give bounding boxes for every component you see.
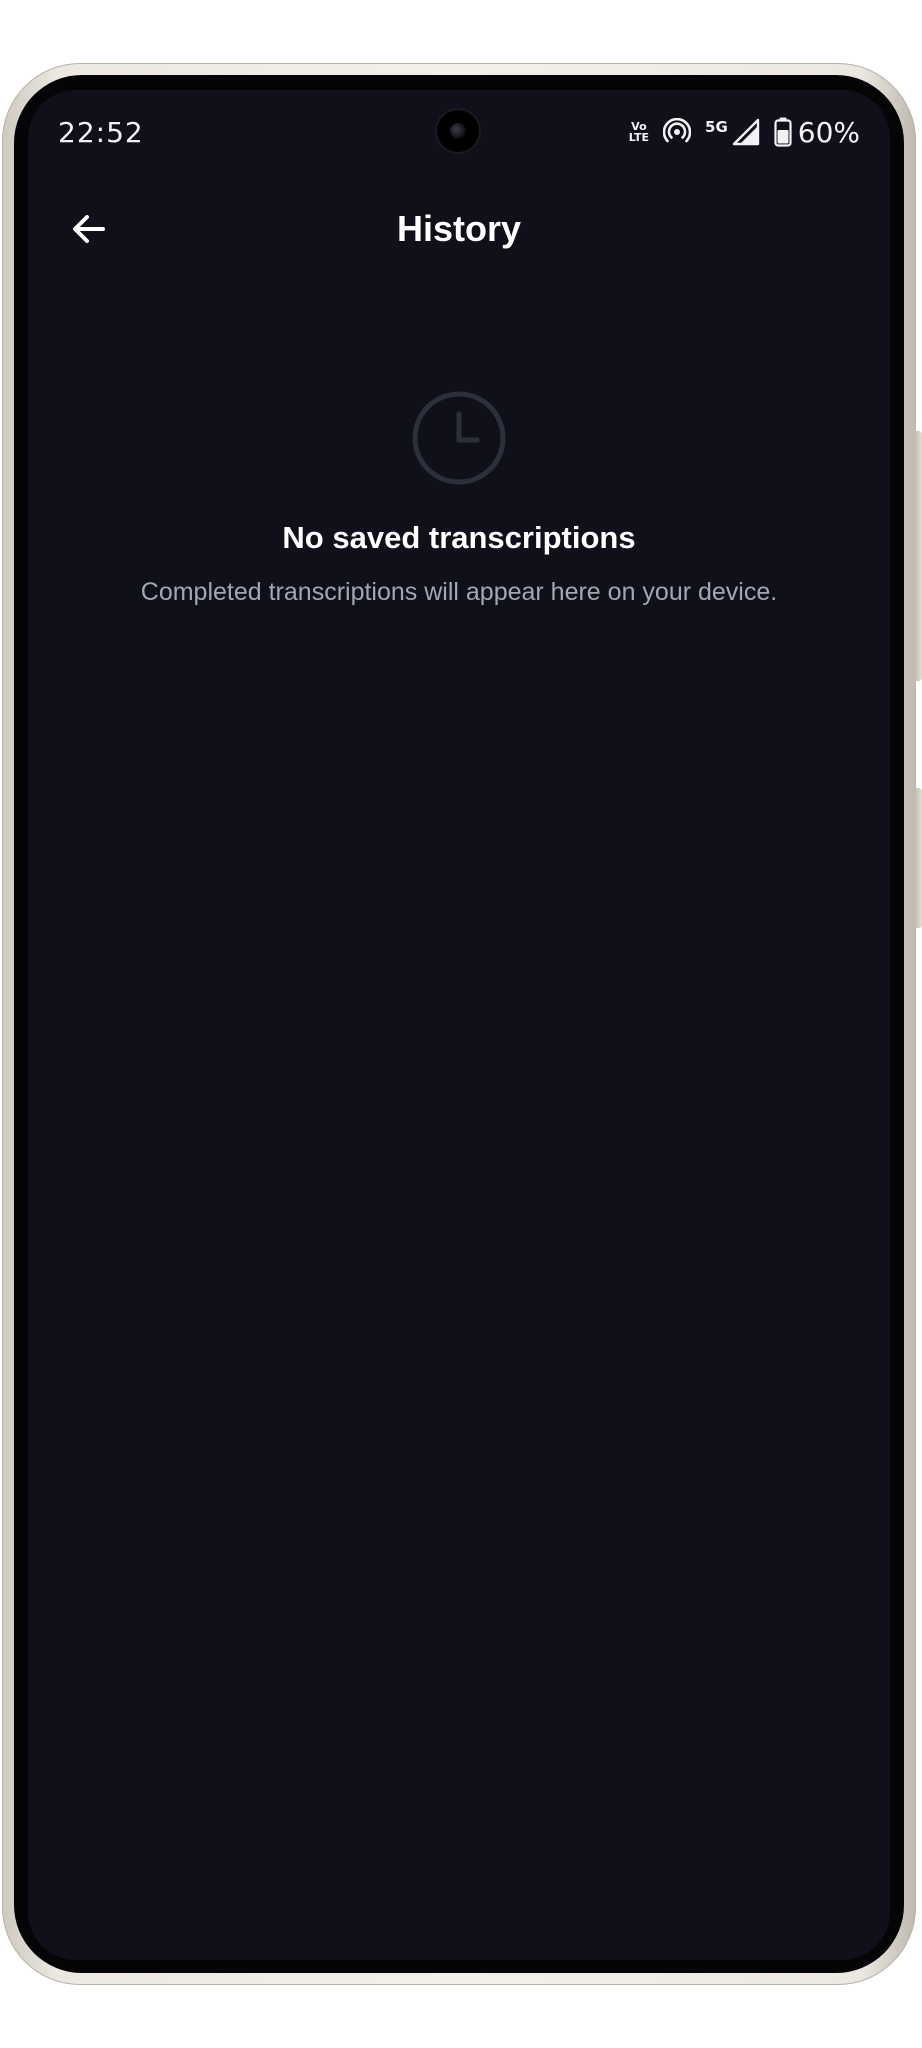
empty-state-subtitle: Completed transcriptions will appear her… <box>140 578 778 606</box>
front-camera <box>437 110 479 152</box>
screen: 22:52 Vo LTE 5G 60% History No saved tra… <box>28 90 890 1960</box>
volte-icon: Vo LTE <box>629 121 649 143</box>
network-type-label: 5G <box>705 118 728 136</box>
status-bar: 22:52 Vo LTE 5G 60% <box>28 90 890 172</box>
volume-button <box>914 788 922 928</box>
clock-icon <box>412 391 506 485</box>
status-time: 22:52 <box>58 116 144 149</box>
empty-state: No saved transcriptions Completed transc… <box>28 390 890 607</box>
volte-bottom-label: LTE <box>628 131 650 144</box>
page-title: History <box>396 208 522 249</box>
hotspot-icon <box>663 118 692 143</box>
signal-icon <box>732 118 759 146</box>
app-bar: History <box>28 188 890 270</box>
power-button <box>914 431 922 681</box>
battery-percentage: 60% <box>797 115 860 149</box>
battery-icon <box>774 117 792 147</box>
status-icons: Vo LTE 5G 60% <box>629 112 860 152</box>
empty-state-title: No saved transcriptions <box>282 520 636 555</box>
